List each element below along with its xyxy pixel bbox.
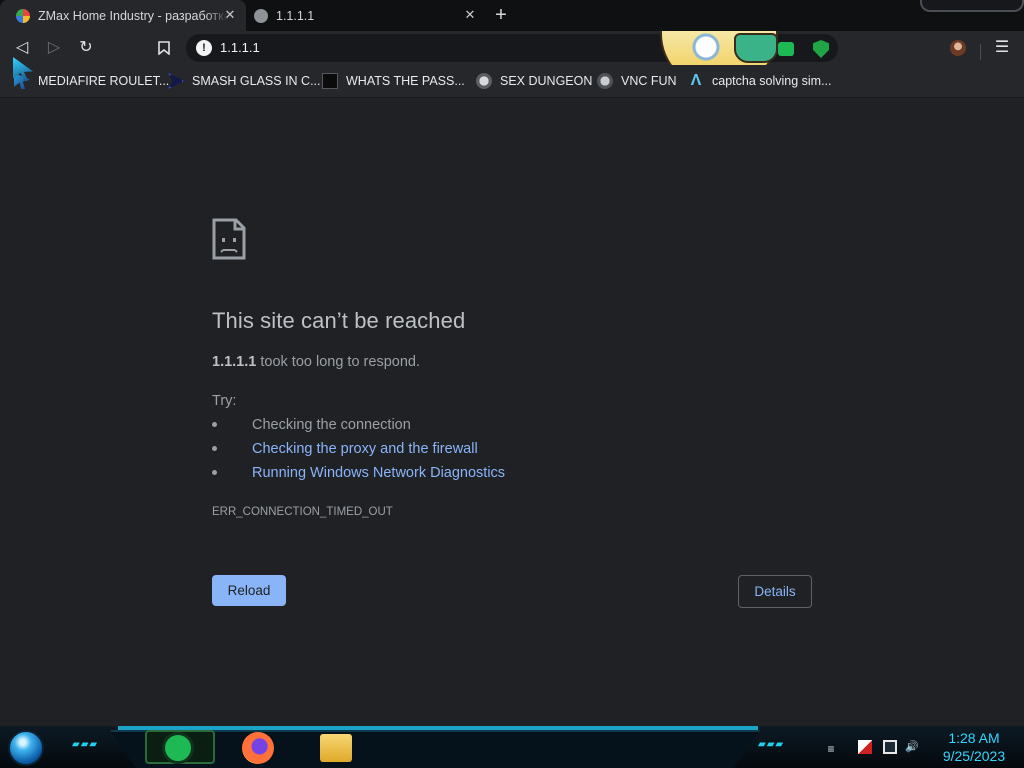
error-code: ERR_CONNECTION_TIMED_OUT (212, 506, 393, 518)
suggestion-item[interactable]: Running Windows Network Diagnostics (211, 464, 505, 488)
info-icon[interactable]: ! (196, 40, 212, 56)
tab-1111[interactable]: 1.1.1.1 ✕ (250, 0, 486, 31)
bookmark-whats-pass[interactable]: WHATS THE PASS... (322, 72, 465, 90)
details-button[interactable]: Details (738, 575, 812, 608)
firefox-icon[interactable] (242, 732, 274, 764)
whats-pass-icon (322, 73, 338, 89)
error-host: 1.1.1.1 (212, 354, 257, 370)
action-center-flag-icon[interactable] (858, 740, 872, 754)
globe-icon (254, 8, 268, 23)
close-icon[interactable]: ✕ (222, 7, 238, 23)
bookmark-captcha[interactable]: Λ captcha solving sim... (688, 72, 832, 90)
network-icon[interactable] (883, 740, 897, 754)
tab-title: 1.1.1.1 (276, 8, 315, 23)
back-icon[interactable]: ◁ (10, 36, 34, 60)
tab-strip: ZMax Home Industry - разработка ✕ 1.1.1.… (0, 0, 1024, 31)
tab-zmax[interactable]: ZMax Home Industry - разработка ✕ (0, 0, 246, 31)
suggestion-item[interactable]: Checking the proxy and the firewall (211, 440, 505, 464)
file-explorer-icon[interactable] (320, 734, 352, 762)
bookmark-label: SEX DUNGEON (500, 74, 593, 88)
chromium-favicon-icon (16, 8, 30, 23)
new-tab-button[interactable]: + (490, 5, 512, 27)
bookmark-label: MEDIAFIRE ROULET... (38, 74, 170, 88)
error-title: This site can’t be reached (212, 308, 466, 333)
browser-toolbar: ◁ ▷ ↻ ! 1.1.1.1 ☰ (0, 31, 1024, 89)
forward-icon[interactable]: ▷ (42, 36, 66, 60)
divider (980, 44, 981, 60)
chevron-decoration-icon: ▰▰▰ (758, 739, 785, 750)
suggestion-item: Checking the connection (211, 416, 505, 440)
reload-icon[interactable]: ↻ (74, 36, 98, 60)
clock-time: 1:28 AM (948, 730, 1000, 746)
profile-avatar[interactable] (950, 40, 966, 56)
smash-glass-icon (168, 73, 184, 89)
captcha-icon: Λ (690, 72, 702, 89)
try-label: Try: (212, 393, 237, 409)
menu-icon[interactable]: ☰ (990, 36, 1014, 60)
close-icon[interactable]: ✕ (462, 7, 478, 23)
error-message-text: took too long to respond. (256, 354, 420, 370)
suggestion-check-proxy-link[interactable]: Checking the proxy and the firewall (252, 441, 478, 457)
suggestion-network-diagnostics-link[interactable]: Running Windows Network Diagnostics (252, 465, 505, 481)
suggestions-list: Checking the connection Checking the pro… (211, 416, 505, 488)
extension-icon[interactable] (778, 42, 794, 56)
shield-extension-icon[interactable] (813, 40, 829, 58)
spotify-icon[interactable] (162, 732, 194, 764)
desktop-screen: ZMax Home Industry - разработка ✕ 1.1.1.… (0, 0, 1024, 768)
suggestion-check-connection: Checking the connection (252, 417, 411, 433)
volume-icon[interactable]: 🔊 (905, 740, 919, 754)
bookmark-label: SMASH GLASS IN C... (192, 74, 321, 88)
bookmark-icon[interactable] (152, 36, 176, 60)
bookmark-mediafire[interactable]: MEDIAFIRE ROULET... (14, 72, 169, 90)
window-frame-decoration (920, 0, 1024, 12)
globe-icon (597, 73, 613, 89)
bookmark-label: VNC FUN (621, 74, 677, 88)
chevron-decoration-icon: ▰▰▰ (72, 739, 99, 750)
taskbar: ▰▰▰ ▰▰▰ ≡ 🔊 1:28 AM 9/25/2023 (0, 726, 1024, 768)
error-page: This site can’t be reached 1.1.1.1 took … (0, 98, 1024, 726)
sad-file-icon (212, 218, 246, 260)
error-message: 1.1.1.1 took too long to respond. (212, 354, 420, 370)
url-text[interactable]: 1.1.1.1 (220, 40, 260, 55)
bookmark-vnc-fun[interactable]: VNC FUN (597, 72, 677, 90)
reload-button[interactable]: Reload (212, 575, 286, 606)
bookmark-smash-glass[interactable]: SMASH GLASS IN C... (168, 72, 321, 90)
system-clock[interactable]: 1:28 AM 9/25/2023 (928, 729, 1020, 765)
tab-title: ZMax Home Industry - разработка (38, 8, 228, 23)
bookmark-label: WHATS THE PASS... (346, 74, 465, 88)
globe-icon (476, 73, 492, 89)
bookmark-dungeon[interactable]: SEX DUNGEON (476, 72, 592, 90)
bookmark-label: captcha solving sim... (712, 74, 832, 88)
show-hidden-icons-icon[interactable]: ≡ (824, 742, 838, 756)
bookmarks-bar: MEDIAFIRE ROULET... SMASH GLASS IN C... … (0, 65, 1024, 98)
start-button[interactable] (8, 730, 44, 766)
taskbar-accent-line (118, 726, 758, 730)
clock-date: 9/25/2023 (942, 748, 1006, 764)
